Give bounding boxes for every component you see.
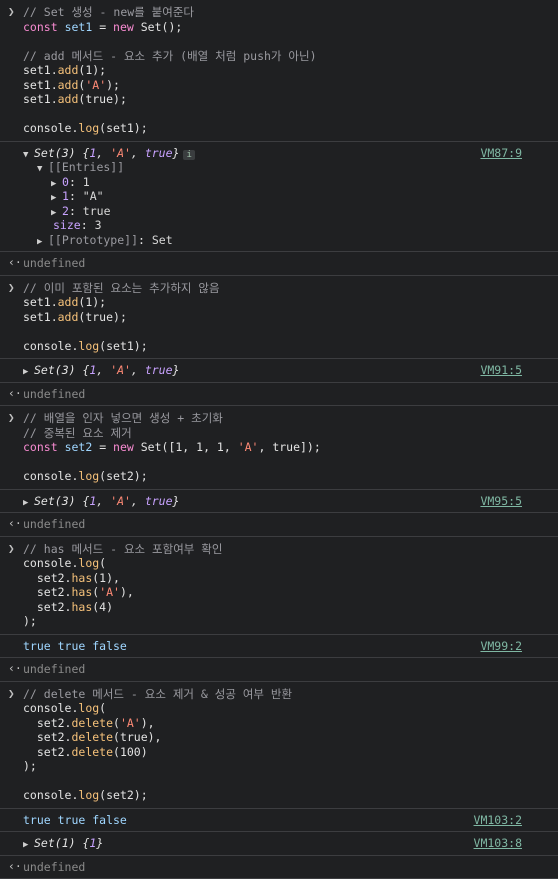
code-line: set1.add(true);	[23, 92, 522, 107]
code-line: set2.delete(100)	[23, 745, 522, 760]
log-text: true true false	[23, 639, 522, 654]
code-line: set1.add(1);	[23, 63, 522, 78]
code-line: set1.add('A');	[23, 78, 522, 93]
input-prompt-icon: ❯	[8, 542, 15, 557]
info-icon[interactable]: i	[183, 150, 194, 160]
return-arrow-icon: ‹·	[8, 255, 22, 270]
code-line: console.log(	[23, 556, 522, 571]
code-line: // 이미 포함된 요소는 추가하지 않음	[23, 281, 522, 296]
set-object-header[interactable]: ▼Set(3) {1, 'A', true}i	[23, 146, 522, 161]
code-line: );	[23, 759, 522, 774]
return-arrow-icon: ‹·	[8, 859, 22, 874]
code-line: // 중복된 요소 제거	[23, 426, 522, 441]
code-line: set1.add(true);	[23, 310, 522, 325]
return-value: ‹· undefined	[0, 383, 558, 407]
console-log-output: VM103:8 ▶Set(1) {1}	[0, 832, 558, 856]
set-object-header[interactable]: ▶Set(1) {1}	[23, 836, 522, 851]
devtools-console: ❯ // Set 생성 - new를 붙여준다 const set1 = new…	[0, 0, 558, 879]
entry-item[interactable]: ▶1: "A"	[23, 189, 522, 204]
console-input-entry[interactable]: ❯ // Set 생성 - new를 붙여준다 const set1 = new…	[0, 0, 558, 142]
input-prompt-icon: ❯	[8, 411, 15, 426]
code-line: const set2 = new Set([1, 1, 1, 'A', true…	[23, 440, 522, 455]
console-log-output: VM91:5 ▶Set(3) {1, 'A', true}	[0, 359, 558, 383]
entries-node[interactable]: ▼[[Entries]]	[23, 160, 522, 175]
code-line: console.log(set2);	[23, 788, 522, 803]
return-value: ‹· undefined	[0, 658, 558, 682]
input-prompt-icon: ❯	[8, 281, 15, 296]
code-line: console.log(set1);	[23, 339, 522, 354]
return-arrow-icon: ‹·	[8, 516, 22, 531]
console-input-entry[interactable]: ❯ // 배열을 인자 넣으면 생성 + 초기화 // 중복된 요소 제거 co…	[0, 406, 558, 490]
log-text: true true false	[23, 813, 522, 828]
prototype-node[interactable]: ▶[[Prototype]]: Set	[23, 233, 522, 248]
console-input-entry[interactable]: ❯ // delete 메서드 - 요소 제거 & 성공 여부 반환 conso…	[0, 682, 558, 809]
entry-item[interactable]: ▶2: true	[23, 204, 522, 219]
code-line: const set1 = new Set();	[23, 20, 522, 35]
code-line: console.log(set1);	[23, 121, 522, 136]
return-arrow-icon: ‹·	[8, 386, 22, 401]
console-log-output: VM103:2 true true false	[0, 809, 558, 833]
code-line: // Set 생성 - new를 붙여준다	[23, 5, 522, 20]
code-line: set2.has(4)	[23, 600, 522, 615]
code-line: // 배열을 인자 넣으면 생성 + 초기화	[23, 411, 522, 426]
collapsed-triangle-icon[interactable]: ▶	[23, 838, 34, 853]
console-log-output: VM87:9 ▼Set(3) {1, 'A', true}i ▼[[Entrie…	[0, 142, 558, 253]
console-input-entry[interactable]: ❯ // 이미 포함된 요소는 추가하지 않음 set1.add(1); set…	[0, 276, 558, 360]
return-value: ‹· undefined	[0, 252, 558, 276]
code-line: set2.has(1),	[23, 571, 522, 586]
return-value: ‹· undefined	[0, 513, 558, 537]
code-line: // add 메서드 - 요소 추가 (배열 처럼 push가 아닌)	[23, 49, 522, 64]
size-property: size: 3	[23, 218, 522, 233]
return-arrow-icon: ‹·	[8, 661, 22, 676]
entry-item[interactable]: ▶0: 1	[23, 175, 522, 190]
input-prompt-icon: ❯	[8, 5, 15, 20]
code-line: // delete 메서드 - 요소 제거 & 성공 여부 반환	[23, 687, 522, 702]
console-log-output: VM95:5 ▶Set(3) {1, 'A', true}	[0, 490, 558, 514]
input-prompt-icon: ❯	[8, 687, 15, 702]
console-log-output: VM99:2 true true false	[0, 635, 558, 659]
code-line: set2.has('A'),	[23, 585, 522, 600]
code-line: );	[23, 614, 522, 629]
return-value: ‹· undefined	[0, 856, 558, 879]
code-line: set1.add(1);	[23, 295, 522, 310]
code-line: set2.delete('A'),	[23, 716, 522, 731]
code-line: console.log(set2);	[23, 469, 522, 484]
collapsed-triangle-icon[interactable]: ▶	[23, 496, 34, 511]
code-line: console.log(	[23, 701, 522, 716]
set-object-header[interactable]: ▶Set(3) {1, 'A', true}	[23, 363, 522, 378]
code-line: // has 메서드 - 요소 포함여부 확인	[23, 542, 522, 557]
code-line: set2.delete(true),	[23, 730, 522, 745]
collapsed-triangle-icon[interactable]: ▶	[37, 235, 48, 250]
collapsed-triangle-icon[interactable]: ▶	[23, 365, 34, 380]
console-input-entry[interactable]: ❯ // has 메서드 - 요소 포함여부 확인 console.log( s…	[0, 537, 558, 635]
set-object-header[interactable]: ▶Set(3) {1, 'A', true}	[23, 494, 522, 509]
